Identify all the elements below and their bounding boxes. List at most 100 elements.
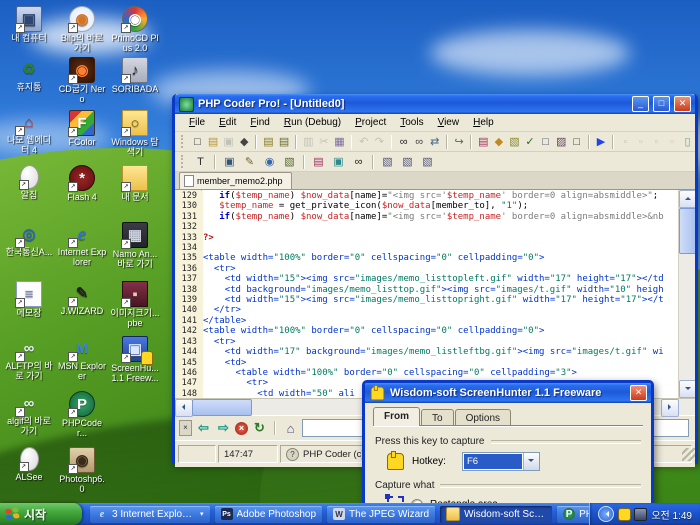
screenhunter-shortcut[interactable]: ▣ScreenHu... 1.1 Freew... [110,336,160,383]
stop-icon[interactable] [235,422,248,435]
dialog-tab-from[interactable]: From [373,407,420,426]
image-size-pbe[interactable]: ▪이미지크기...pbe [110,281,160,328]
toolbar-separator [295,135,297,149]
start-button[interactable]: 시작 [0,503,82,525]
taskbar-button-jpeg[interactable]: WThe JPEG Wizard [327,506,435,523]
menu-tools[interactable]: Tools [394,116,429,129]
alsee[interactable]: ALSee [4,447,54,482]
menu-run[interactable]: Run (Debug) [278,116,347,129]
dialog-close-button[interactable]: ✕ [630,385,647,401]
save-folder-button[interactable]: ▤ [277,133,292,151]
tray-chevron-button[interactable] [598,506,614,522]
goto-button[interactable]: ↪ [452,133,467,151]
taskbar-button-ie[interactable]: e3 Internet Explorer▾ [90,506,210,523]
snippet3-button[interactable]: ▧ [418,153,437,171]
fcolor[interactable]: FFColor [57,110,107,147]
maximize-button[interactable]: □ [653,96,670,112]
properties-button[interactable]: ▨ [554,133,569,151]
menu-edit[interactable]: Edit [213,116,242,129]
scroll-right-arrow[interactable] [661,399,679,417]
snippet2-button[interactable]: ▧ [398,153,417,171]
scroll-up-arrow[interactable] [679,190,695,208]
tab-member-memo2[interactable]: member_memo2.php [179,172,292,189]
vertical-scroll-thumb[interactable] [679,208,695,254]
scroll-down-arrow[interactable] [679,380,695,398]
preview-doc-button[interactable]: □ [538,133,553,151]
scroll-left-arrow[interactable] [175,399,193,417]
print-preview-button[interactable]: □ [569,133,584,151]
bilp-shortcut[interactable]: ◉Bilp의 바로 가기 [57,6,107,53]
windows-explorer[interactable]: ○Windows 탐색기 [110,110,160,157]
open-file-button[interactable]: ▤ [206,133,221,151]
namo-webeditor-4[interactable]: ⌂나모 웹에디터 4 [4,110,54,155]
find-button[interactable]: ∞ [396,133,411,151]
image-tool-button[interactable]: ▣ [329,153,348,171]
forward-icon[interactable]: ⇨ [215,420,232,437]
nero-cd-burn[interactable]: ◉CD굽기 Nero [57,57,107,104]
soribada[interactable]: ♪SORIBADA [110,57,160,94]
hand-edit-button[interactable]: ✎ [240,153,259,171]
primocd-plus[interactable]: ◉PrimoCD Plus 2.0 [110,6,160,53]
deploy-button[interactable]: ◆ [492,133,507,151]
dropdown-arrow-icon[interactable] [523,453,539,470]
close-button[interactable]: ✕ [674,96,691,112]
my-documents[interactable]: 내 문서 [110,165,160,202]
help-book-button[interactable]: ▤ [476,133,491,151]
minimize-button[interactable]: _ [632,96,649,112]
namo-ani-shortcut[interactable]: ▦Namo An... 바로 가기 [110,222,160,269]
msn-explorer[interactable]: MMSN Explorer [57,336,107,381]
wizard-button[interactable]: T [191,153,210,171]
code-editor[interactable]: 129 if($temp_name) $now_data[name]="<img… [175,190,695,398]
find-in-files-button[interactable]: ∞ [349,153,368,171]
php-scripts-button[interactable]: ▧ [507,133,522,151]
hand-tray-icon[interactable] [618,508,631,521]
eye-button[interactable]: ◉ [260,153,279,171]
internet-explorer[interactable]: eInternet Explorer [57,222,107,267]
syntax-check-button[interactable]: ✓ [523,133,538,151]
paste-button[interactable]: ▦ [332,133,347,151]
menu-project[interactable]: Project [349,116,392,129]
snippet1-button[interactable]: ▧ [378,153,397,171]
page-edit-button[interactable]: ▧ [280,153,299,171]
help-book2-button[interactable]: ▤ [309,153,328,171]
flash-4[interactable]: *Flash 4 [57,165,107,202]
dialog-tab-to[interactable]: To [421,409,454,426]
alzip[interactable]: 알집 [4,165,54,200]
algif-shortcut[interactable]: ∞algif의 바로 가기 [4,391,54,436]
resize-grip[interactable] [682,448,695,461]
menu-file[interactable]: File [183,116,211,129]
hanguk-tongsin[interactable]: ◎한국통신A... [4,222,54,257]
browser-buttons: ⇦⇨ ↻ ⌂ [195,420,299,437]
menu-view[interactable]: View [432,116,466,129]
dialog-tab-options[interactable]: Options [455,409,511,426]
display-tray-icon[interactable] [634,508,647,521]
phpcoder-shortcut[interactable]: PPHPCoder... [57,391,107,438]
alftp-shortcut[interactable]: ∞ALFTP의 바로 가기 [4,336,54,381]
horizontal-scroll-thumb[interactable] [192,399,252,416]
new-file-button[interactable]: □ [190,133,205,151]
taskbar-button-ps[interactable]: PsAdobe Photoshop [215,506,323,523]
hotkey-combobox[interactable]: F6 [462,452,540,471]
notepad[interactable]: ≡메모장 [4,281,54,318]
panel-close-button[interactable] [179,420,192,436]
menu-help[interactable]: Help [467,116,500,129]
replace-button[interactable]: ⇄ [427,133,442,151]
back-icon[interactable]: ⇦ [195,420,212,437]
find-next-button[interactable]: ∞ [412,133,427,151]
photoshop-6[interactable]: ◉Photoshp6.0 [57,447,107,494]
home-icon[interactable]: ⌂ [282,420,299,437]
vertical-scrollbar[interactable] [678,190,695,398]
refresh-icon[interactable]: ↻ [251,420,268,437]
package-button[interactable]: ◆ [237,133,252,151]
taskbar-button-php[interactable]: PPHP Coder [557,506,589,523]
export-button[interactable]: ▯ [680,133,695,151]
run-button[interactable]: ▶ [594,133,609,151]
jwizard[interactable]: ✎J.WIZARD [57,281,107,316]
new-folder-button[interactable]: ▤ [261,133,276,151]
tab-label: member_memo2.php [197,176,283,186]
menu-find[interactable]: Find [244,116,275,129]
taskbar-button-folder[interactable]: Wisdom-soft Scre... [440,506,552,523]
recycle-bin[interactable]: ♻휴지통 [4,57,54,92]
monitor-button[interactable]: ▣ [220,153,239,171]
my-computer[interactable]: ▣내 컴퓨터 [4,6,54,43]
